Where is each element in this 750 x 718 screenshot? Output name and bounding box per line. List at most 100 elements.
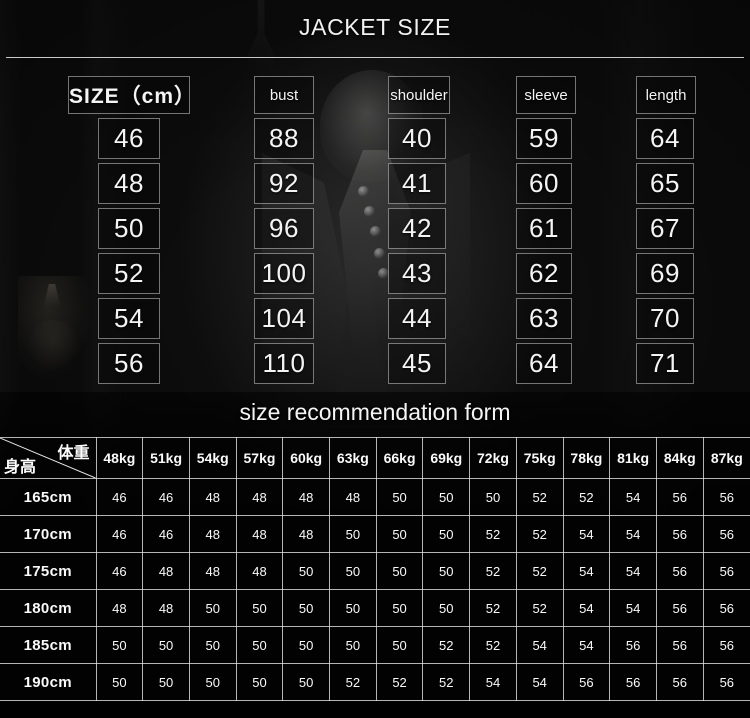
size-cell: 52 [515,478,564,516]
weight-column-header: 84kg [655,437,704,479]
weight-column-header: 78kg [562,437,611,479]
size-cell: 50 [142,663,190,701]
table-row: 180cm 48 48 50 50 50 50 50 50 52 52 54 5… [0,589,750,627]
spec-column-bust: bust 88 92 96 100 104 110 [254,76,314,388]
jacket-button [374,248,385,259]
size-cell: 50 [282,552,331,590]
size-cell: 50 [329,515,377,553]
spec-cell: 63 [516,298,572,339]
spec-cell: 45 [388,343,446,384]
weight-column-header: 75kg [515,437,564,479]
size-cell: 50 [188,626,237,664]
weight-column-header: 87kg [702,437,750,479]
size-cell: 48 [282,515,331,553]
size-cell: 50 [95,626,144,664]
size-cell: 52 [469,626,517,664]
spec-header-shoulder: shoulder [388,76,450,114]
size-cell: 46 [95,478,144,516]
size-cell: 56 [702,515,750,553]
size-cell: 52 [515,515,564,553]
spec-cell: 88 [254,118,314,159]
size-cell: 50 [235,626,284,664]
size-cell: 50 [142,626,190,664]
corner-height-label: 身高 [4,457,37,476]
weight-column-header: 72kg [469,437,517,479]
page-title: JACKET SIZE [299,14,451,40]
spec-cell: 65 [636,163,694,204]
size-cell: 56 [655,626,704,664]
spec-header-bust: bust [254,76,314,114]
spec-header-size: SIZE（cm） [68,76,195,114]
spec-cell: 60 [516,163,572,204]
size-cell: 52 [562,478,611,516]
recommendation-title: size recommendation form [239,399,511,425]
table-body: 165cm 46 46 48 48 48 48 50 50 50 52 52 5… [0,478,750,701]
spec-column-sleeve: sleeve 59 60 61 62 63 64 [516,76,576,388]
size-cell: 56 [609,663,657,701]
size-cell: 48 [188,552,237,590]
size-cell: 48 [95,589,144,627]
corner-weight-label: 体重 [57,443,90,462]
size-cell: 50 [422,478,471,516]
size-cell: 52 [469,589,517,627]
size-cell: 52 [329,663,377,701]
spec-cell: 100 [254,253,314,294]
spec-column-shoulder: shoulder 40 41 42 43 44 45 [388,76,450,388]
size-cell: 50 [235,589,284,627]
spec-cell: 70 [636,298,694,339]
size-cell: 54 [609,589,657,627]
height-row-header: 180cm [0,589,97,627]
size-cell: 50 [422,552,471,590]
table-header-row: 体重 身高 48kg 51kg 54kg 57kg 60kg 63kg 66kg… [0,437,750,479]
spec-cell: 52 [98,253,160,294]
size-cell: 48 [142,589,190,627]
size-cell: 48 [235,515,284,553]
size-cell: 50 [422,515,471,553]
size-cell: 50 [375,478,424,516]
size-cell: 56 [702,663,750,701]
size-cell: 56 [655,552,704,590]
spec-cell: 67 [636,208,694,249]
weight-column-header: 48kg [95,437,144,479]
spec-cell: 54 [98,298,160,339]
size-cell: 48 [235,478,284,516]
spec-cell: 56 [98,343,160,384]
title-divider [6,57,744,58]
size-cell: 48 [142,552,190,590]
spec-cell: 41 [388,163,446,204]
size-cell: 56 [562,663,611,701]
size-cell: 54 [562,626,611,664]
size-cell: 50 [282,663,331,701]
size-cell: 50 [282,626,331,664]
spec-cell: 50 [98,208,160,249]
size-cell: 56 [655,663,704,701]
spec-cell: 69 [636,253,694,294]
height-row-header: 175cm [0,552,97,590]
size-cell: 50 [375,552,424,590]
size-cell: 50 [375,589,424,627]
size-cell: 46 [95,552,144,590]
height-row-header: 165cm [0,478,97,516]
size-cell: 54 [609,478,657,516]
jacket-button [370,226,381,237]
size-cell: 50 [422,589,471,627]
size-cell: 48 [235,552,284,590]
weight-column-header: 81kg [609,437,657,479]
spec-header-sleeve: sleeve [516,76,576,114]
spec-column-size: SIZE（cm） 46 48 50 52 54 56 [68,76,195,388]
table-row: 170cm 46 46 48 48 48 50 50 50 52 52 54 5… [0,515,750,553]
weight-column-header: 60kg [282,437,331,479]
size-cell: 46 [95,515,144,553]
spec-cell: 96 [254,208,314,249]
size-cell: 50 [95,663,144,701]
size-cell: 54 [469,663,517,701]
spec-cell: 59 [516,118,572,159]
size-cell: 56 [609,626,657,664]
size-cell: 50 [469,478,517,516]
spec-cell: 44 [388,298,446,339]
size-cell: 54 [562,515,611,553]
spec-cell: 43 [388,253,446,294]
size-cell: 52 [422,663,471,701]
size-cell: 46 [142,478,190,516]
size-cell: 48 [329,478,377,516]
